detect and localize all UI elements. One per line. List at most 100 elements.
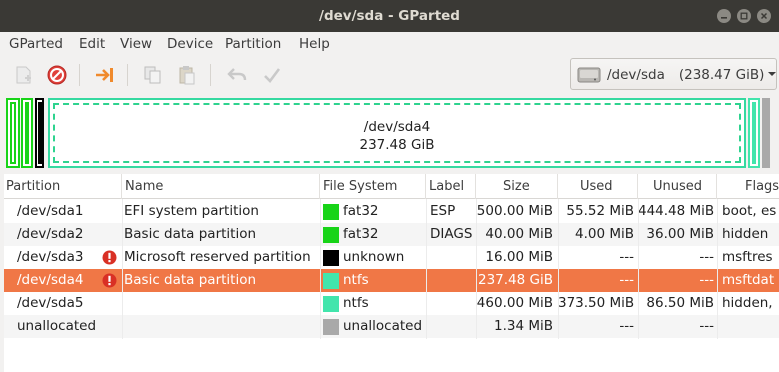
- cell-used: 373.50 MiB: [558, 295, 635, 311]
- apply-icon: [264, 68, 281, 83]
- filesystem-color-swatch: [323, 296, 339, 312]
- cell-file-system: fat32: [343, 203, 379, 219]
- copy-icon: [144, 66, 161, 84]
- menu-device[interactable]: Device: [167, 36, 213, 52]
- cell-unused: 444.48 MiB: [638, 203, 715, 219]
- undo-button[interactable]: [224, 62, 250, 88]
- chevron-down-icon: [768, 72, 776, 76]
- column-divider: [426, 199, 427, 339]
- warning-icon[interactable]: [102, 273, 117, 288]
- cell-partition: /dev/sda4: [17, 272, 84, 288]
- column-divider: [638, 199, 639, 339]
- cell-unused: 36.00 MiB: [646, 226, 714, 242]
- delete-icon: [47, 65, 67, 85]
- warning-icon[interactable]: [102, 250, 117, 265]
- paste-button[interactable]: [174, 62, 200, 88]
- cell-partition: /dev/sda3: [17, 249, 84, 265]
- resize-move-button[interactable]: [92, 62, 118, 88]
- menu-help[interactable]: Help: [299, 36, 330, 52]
- table-header: Partition Name File System Label Size Us…: [4, 174, 779, 199]
- graphic-sda4[interactable]: /dev/sda4 237.48 GiB: [48, 98, 746, 168]
- column-divider: [476, 199, 477, 339]
- cell-used: ---: [619, 249, 634, 265]
- maximize-button[interactable]: [737, 9, 751, 23]
- cell-file-system: unknown: [343, 249, 405, 265]
- cell-used: ---: [619, 318, 634, 334]
- cell-partition: /dev/sda2: [17, 226, 84, 242]
- col-partition[interactable]: Partition: [4, 174, 122, 199]
- filesystem-color-swatch: [323, 227, 339, 243]
- table-row[interactable]: /dev/sda1 EFI system partition fat32 ESP 500…: [4, 200, 779, 223]
- cell-partition: /dev/sda1: [17, 203, 84, 219]
- column-divider: [717, 199, 718, 339]
- col-file-system[interactable]: File System: [320, 174, 426, 199]
- graphic-sda3[interactable]: [35, 98, 44, 168]
- cell-unused: ---: [699, 272, 714, 288]
- table-row[interactable]: /dev/sda5 ntfs 460.00 MiB 373.50 MiB 86.50 M…: [4, 292, 779, 315]
- apply-button[interactable]: [259, 62, 285, 88]
- cell-unused: 86.50 MiB: [646, 295, 714, 311]
- cell-flags: boot, es: [722, 203, 777, 219]
- title-bar: /dev/sda - GParted: [0, 0, 779, 32]
- device-name: /dev/sda: [607, 67, 665, 83]
- cell-flags: hidden: [722, 226, 769, 242]
- cell-file-system: ntfs: [343, 295, 369, 311]
- cell-file-system: unallocated: [343, 318, 423, 334]
- col-size[interactable]: Size: [476, 174, 558, 199]
- col-flags[interactable]: Flags: [717, 174, 779, 199]
- partition-table: Partition Name File System Label Size Us…: [4, 174, 779, 372]
- menu-partition[interactable]: Partition: [225, 36, 281, 52]
- minimize-icon: [721, 17, 727, 19]
- graphic-sda5[interactable]: [748, 98, 760, 168]
- graphic-unallocated[interactable]: [762, 98, 770, 168]
- cell-used: 55.52 MiB: [566, 203, 634, 219]
- cell-partition: /dev/sda5: [17, 295, 84, 311]
- table-row[interactable]: /dev/sda2 Basic data partition fat32 DIAGS 4…: [4, 223, 779, 246]
- cell-size: 1.34 MiB: [493, 318, 553, 334]
- device-size: (238.47 GiB): [678, 67, 765, 83]
- maximize-icon: [740, 12, 748, 20]
- col-used[interactable]: Used: [558, 174, 638, 199]
- filesystem-color-swatch: [323, 204, 339, 220]
- menu-view[interactable]: View: [120, 36, 152, 52]
- menu-edit[interactable]: Edit: [79, 36, 105, 52]
- col-label[interactable]: Label: [426, 174, 476, 199]
- graphic-sda2[interactable]: [21, 98, 33, 168]
- graphic-sda4-name: /dev/sda4: [363, 119, 431, 135]
- column-divider: [558, 199, 559, 339]
- filesystem-color-swatch: [323, 273, 339, 289]
- cell-size: 237.48 GiB: [477, 272, 553, 288]
- partition-graphic: /dev/sda4 237.48 GiB: [4, 96, 778, 170]
- column-divider: [320, 199, 321, 339]
- graphic-sda4-size: 237.48 GiB: [359, 137, 435, 153]
- new-partition-button[interactable]: [10, 62, 36, 88]
- paste-icon: [179, 66, 195, 85]
- table-row[interactable]: unallocated unallocated 1.34 MiB --- ---: [4, 315, 779, 338]
- cell-size: 16.00 MiB: [485, 249, 553, 265]
- column-divider: [122, 199, 123, 339]
- minimize-button[interactable]: [717, 9, 731, 23]
- copy-button[interactable]: [140, 62, 166, 88]
- cell-size: 40.00 MiB: [485, 226, 553, 242]
- menu-bar: GParted Edit View Device Partition Help: [0, 32, 779, 56]
- table-row[interactable]: /dev/sda4 Basic data partition ntfs 237.48 …: [4, 269, 779, 292]
- graphic-sda1[interactable]: [6, 98, 20, 168]
- table-row[interactable]: /dev/sda3 Microsoft reserved partition unk…: [4, 246, 779, 269]
- cell-flags: msftdat: [722, 272, 775, 288]
- device-selector[interactable]: /dev/sda (238.47 GiB): [570, 58, 777, 90]
- delete-button[interactable]: [44, 62, 70, 88]
- filesystem-color-swatch: [323, 319, 339, 335]
- cell-name: Basic data partition: [124, 226, 257, 242]
- window-title: /dev/sda - GParted: [319, 8, 460, 24]
- cell-file-system: ntfs: [343, 272, 369, 288]
- cell-name: Basic data partition: [124, 272, 257, 288]
- cell-label: ESP: [430, 203, 456, 219]
- cell-used: 4.00 MiB: [574, 226, 634, 242]
- menu-gparted[interactable]: GParted: [9, 36, 63, 52]
- col-name[interactable]: Name: [122, 174, 320, 199]
- close-button[interactable]: [757, 9, 771, 23]
- cell-file-system: fat32: [343, 226, 379, 242]
- filesystem-color-swatch: [323, 250, 339, 266]
- col-unused[interactable]: Unused: [638, 174, 717, 199]
- cell-size: 460.00 MiB: [476, 295, 553, 311]
